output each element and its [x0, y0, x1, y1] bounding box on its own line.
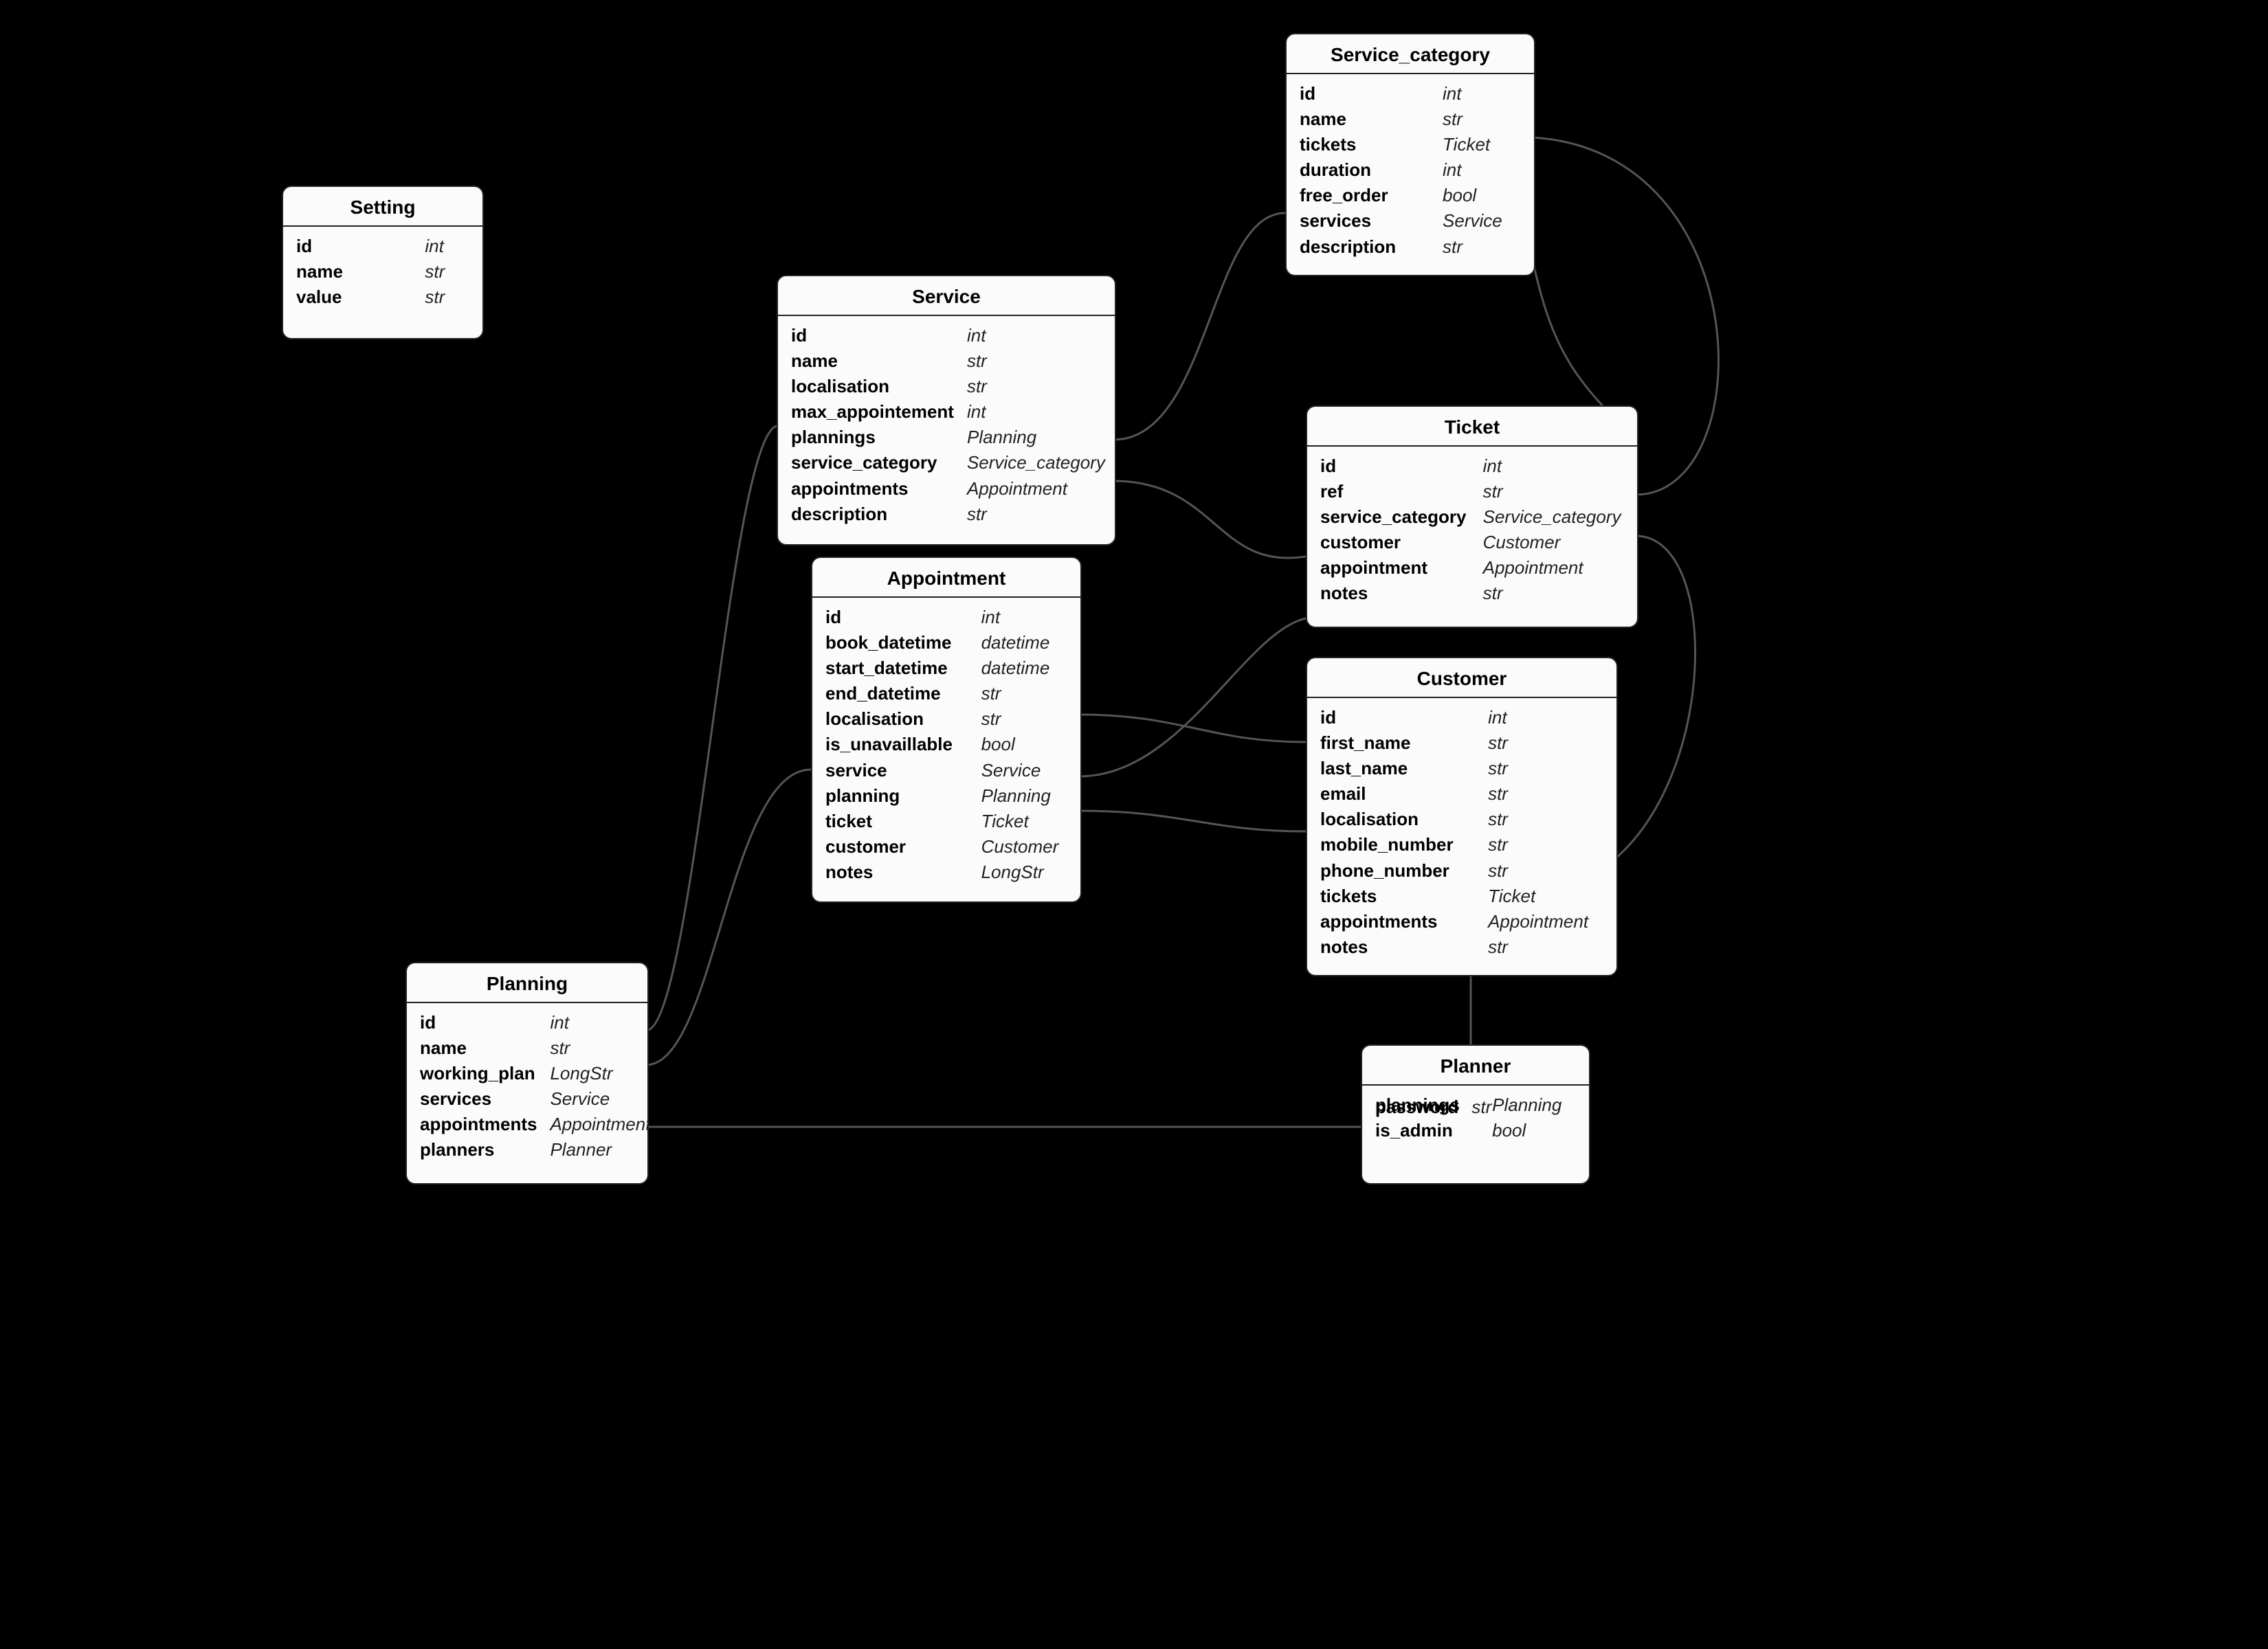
entity-setting-attr: namestr — [296, 259, 470, 284]
entity-appointment-attr: customerCustomer — [825, 834, 1068, 860]
entity-appointment: Appointment idintbook_datetimedatetimesta… — [811, 557, 1082, 903]
entity-service: Service idintnamestrlocalisationstrmax_ap… — [777, 275, 1116, 546]
entity-appointment-attr: start_datetimedatetime — [825, 655, 1068, 681]
entity-service-title: Service — [778, 276, 1115, 316]
entity-customer: Customer idintfirst_namestrlast_namestrem… — [1306, 657, 1618, 976]
entity-planning: Planning idintnamestrworking_planLongStrs… — [405, 962, 649, 1185]
entity-customer-attr: emailstr — [1320, 781, 1604, 807]
entity-service_category-attr: servicesService — [1299, 208, 1522, 234]
entity-customer-title: Customer — [1307, 658, 1616, 698]
entity-appointment-attr: planningPlanning — [825, 783, 1068, 809]
entity-appointment-attr: localisationstr — [825, 706, 1068, 732]
entity-ticket-title: Ticket — [1307, 407, 1637, 447]
entity-customer-attr: ticketsTicket — [1320, 884, 1604, 909]
entity-customer-attr: appointmentsAppointment — [1320, 909, 1604, 934]
entity-planner-title: Planner — [1362, 1046, 1589, 1086]
entity-planning-attr: plannersPlanner — [419, 1137, 649, 1163]
entity-service_category-title: Service_category — [1287, 34, 1534, 74]
entity-appointment-attr: serviceService — [825, 758, 1068, 783]
entity-service-attr: namestr — [790, 348, 1106, 374]
entity-service-attr: appointmentsAppointment — [790, 476, 1106, 502]
entity-planner-attr: passwordstr — [1375, 1095, 1492, 1120]
entity-planning-attr: servicesService — [419, 1086, 649, 1112]
entity-service-attr: planningsPlanning — [790, 425, 1106, 450]
entity-setting-attr: idint — [296, 234, 470, 259]
edge: M1570 1180 C1720 1180 1760 1210 1900 121… — [1079, 811, 1306, 831]
entity-service_category-attr: ticketsTicket — [1299, 132, 1522, 157]
entity-setting-attr: valuestr — [296, 284, 470, 310]
entity-appointment-attr: ticketTicket — [825, 809, 1068, 834]
entity-planning-attr: namestr — [419, 1035, 649, 1061]
entity-setting-title: Setting — [283, 187, 482, 227]
entity-service-attr: idint — [790, 323, 1106, 348]
entity-planning-attr: working_planLongStr — [419, 1061, 649, 1086]
entity-service_category-attr: durationint — [1299, 157, 1522, 183]
entity-service_category: Service_categoryidintnamestrticketsTicke… — [1285, 33, 1535, 276]
entity-customer-attr: notesstr — [1320, 934, 1604, 960]
entity-planning-title: Planning — [407, 963, 647, 1003]
entity-ticket-attr: customerCustomer — [1320, 530, 1625, 555]
edge: M940 1500 C1010 1500 1060 640 1130 620 — [646, 426, 777, 1031]
entity-ticket-attr: idint — [1320, 453, 1625, 479]
entity-ticket-attr: appointmentAppointment — [1320, 555, 1625, 581]
entity-planning-attr: appointmentsAppointment — [419, 1112, 649, 1137]
entity-planner-attr: is_adminbool — [1375, 1118, 1577, 1143]
edge: M1620 700 C1770 700 1770 830 1900 810 — [1113, 481, 1306, 558]
entity-appointment-attr: end_datetimestr — [825, 681, 1068, 706]
entity-service_category-attr: free_orderbool — [1299, 183, 1522, 208]
entity-appointment-attr: notesLongStr — [825, 860, 1068, 885]
edge: M1570 1130 C1720 1130 1810 920 1900 900 — [1079, 618, 1306, 776]
edge: M1570 1040 C1720 1040 1760 1080 1900 108… — [1079, 715, 1306, 742]
entity-planning-attr: idint — [419, 1010, 649, 1035]
entity-appointment-title: Appointment — [812, 558, 1080, 598]
entity-ticket-attr: refstr — [1320, 479, 1625, 504]
entity-setting: Setting idintnamestrvaluestr — [282, 186, 484, 339]
entity-customer-attr: first_namestr — [1320, 730, 1604, 756]
entity-ticket: Ticket idintrefstrservice_categoryService… — [1306, 405, 1638, 628]
edge: M940 1550 C1040 1550 1060 1120 1180 1120 — [646, 770, 811, 1065]
entity-ticket-attr: notesstr — [1320, 581, 1625, 606]
entity-appointment-attr: idint — [825, 605, 1068, 630]
entity-customer-attr: localisationstr — [1320, 807, 1604, 832]
entity-service-attr: service_categoryService_category — [790, 450, 1106, 475]
entity-customer-attr: mobile_numberstr — [1320, 832, 1604, 857]
entity-service_category-attr: idint — [1299, 81, 1522, 106]
entity-service_category-attr: namestr — [1299, 106, 1522, 132]
entity-appointment-attr: is_unavaillablebool — [825, 732, 1068, 757]
entity-customer-attr: last_namestr — [1320, 756, 1604, 781]
entity-customer-attr: idint — [1320, 705, 1604, 730]
entity-ticket-attr: service_categoryService_category — [1320, 504, 1625, 530]
entity-service-attr: descriptionstr — [790, 502, 1106, 527]
entity-planner: PlannerplanningsPlanningpasswordstris_ad… — [1361, 1044, 1590, 1185]
entity-service-attr: max_appointementint — [790, 399, 1106, 425]
entity-customer-attr: phone_numberstr — [1320, 858, 1604, 884]
entity-appointment-attr: book_datetimedatetime — [825, 630, 1068, 655]
entity-service_category-attr: descriptionstr — [1299, 234, 1522, 260]
entity-service-attr: localisationstr — [790, 374, 1106, 399]
edge: M1620 640 C1760 640 1760 310 1870 310 — [1113, 213, 1285, 440]
